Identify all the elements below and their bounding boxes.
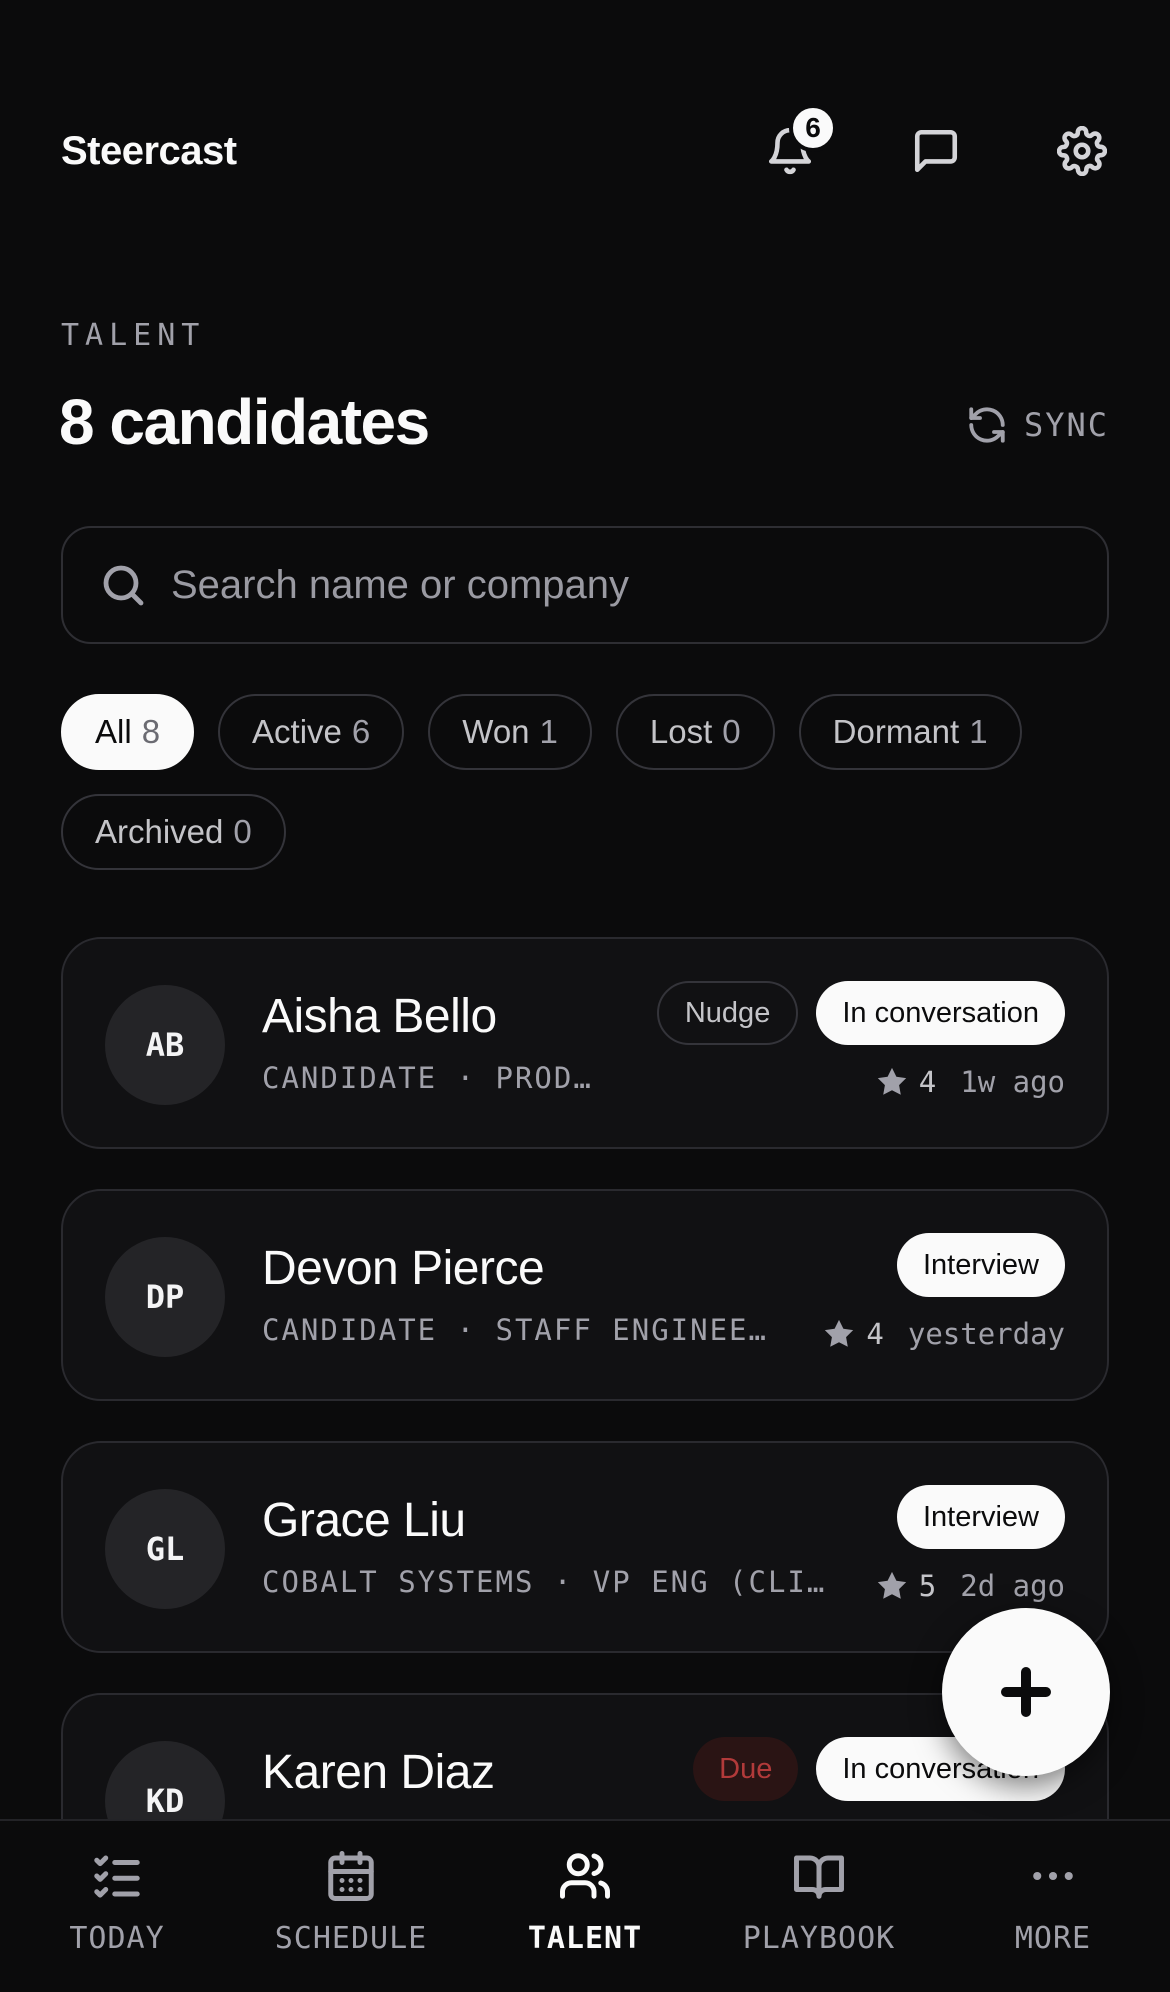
nav-item-label: SCHEDULE <box>274 1921 428 1956</box>
filter-chip-archived[interactable]: Archived 0 <box>61 794 286 870</box>
star-icon <box>825 1319 854 1347</box>
plus-icon <box>1001 1667 1051 1717</box>
messages-button[interactable] <box>909 124 963 178</box>
filter-chip-label: Active <box>252 713 342 750</box>
avatar: DP <box>105 1237 225 1357</box>
avatar: GL <box>105 1489 225 1609</box>
notifications-button[interactable]: 6 <box>763 104 837 178</box>
nav-item-label: PLAYBOOK <box>742 1921 896 1956</box>
filter-chip-dormant[interactable]: Dormant 1 <box>798 694 1022 770</box>
filter-chip-count: 1 <box>969 713 988 750</box>
refresh-icon <box>969 407 1005 443</box>
notification-count-badge: 6 <box>789 104 837 152</box>
filter-chip-label: Dormant <box>832 713 960 750</box>
nav-item-label: TALENT <box>527 1921 643 1956</box>
nav-item-schedule[interactable]: SCHEDULE <box>234 1821 468 1992</box>
users-icon <box>560 1853 610 1899</box>
rating-value: 4 <box>918 1065 937 1099</box>
filter-chip-count: 1 <box>539 713 558 750</box>
star-icon <box>877 1571 906 1599</box>
settings-button[interactable] <box>1055 124 1109 178</box>
nav-item-label: MORE <box>1014 1921 1092 1956</box>
status-badge: Interview <box>896 1485 1065 1549</box>
search-icon <box>103 565 144 606</box>
candidate-card[interactable]: AB Aisha Bello CANDIDATE · PROD… Nudge I… <box>61 937 1109 1149</box>
filter-chip-label: Lost <box>649 713 713 750</box>
candidate-name: Grace Liu <box>262 1494 466 1547</box>
app-header: Steercast 6 <box>61 104 1109 182</box>
sync-button[interactable]: SYNC <box>966 404 1109 446</box>
filter-chip-lost[interactable]: Lost 0 <box>615 694 775 770</box>
more-icon <box>1033 1871 1073 1881</box>
filter-chip-label: All <box>95 713 132 750</box>
filter-chip-active[interactable]: Active 6 <box>218 694 405 770</box>
filter-chips: All 8 Active 6 Won 1 Lost 0 Dormant 1 Ar… <box>61 694 1111 870</box>
candidate-name: Aisha Bello <box>262 990 497 1043</box>
sync-label: SYNC <box>1023 406 1109 444</box>
filter-chip-label: Archived <box>95 813 224 850</box>
last-activity: 1w ago <box>960 1065 1065 1099</box>
candidate-subtitle: CANDIDATE · PROD… <box>262 1061 593 1095</box>
candidate-subtitle: CANDIDATE · STAFF ENGINEE… <box>262 1313 768 1347</box>
candidate-name: Devon Pierce <box>262 1242 545 1295</box>
nav-item-playbook[interactable]: PLAYBOOK <box>702 1821 936 1992</box>
search-bar[interactable] <box>61 526 1109 644</box>
nav-item-today[interactable]: TODAY <box>0 1821 234 1992</box>
bottom-nav: TODAY SCHEDULE TALENT PLAYBOOK MORE <box>0 1819 1170 1992</box>
filter-chip-count: 0 <box>233 813 252 850</box>
rating-value: 5 <box>918 1569 937 1603</box>
book-icon <box>794 1855 844 1899</box>
rating-value: 4 <box>866 1317 884 1351</box>
brand-logo: Steercast <box>61 128 237 173</box>
gear-icon <box>1057 126 1107 176</box>
message-icon <box>914 129 958 173</box>
nudge-button[interactable]: Nudge <box>656 981 799 1045</box>
filter-chip-label: Won <box>462 713 530 750</box>
nav-item-label: TODAY <box>69 1921 165 1956</box>
status-badge: In conversation <box>816 981 1065 1045</box>
nav-item-more[interactable]: MORE <box>936 1821 1170 1992</box>
status-badge: Interview <box>896 1233 1065 1297</box>
last-activity: yesterday <box>907 1317 1065 1351</box>
section-eyebrow: TALENT <box>61 318 206 353</box>
candidate-name: Karen Diaz <box>262 1746 495 1799</box>
checklist-icon <box>94 1855 140 1898</box>
filter-chip-count: 6 <box>351 713 371 750</box>
add-candidate-button[interactable] <box>942 1608 1110 1776</box>
page-title: 8 candidates <box>59 386 430 458</box>
calendar-icon <box>328 1851 374 1901</box>
candidate-card[interactable]: DP Devon Pierce CANDIDATE · STAFF ENGINE… <box>61 1189 1109 1401</box>
nav-item-talent[interactable]: TALENT <box>468 1821 702 1992</box>
filter-chip-count: 8 <box>141 713 161 750</box>
avatar: AB <box>105 985 225 1105</box>
filter-chip-won[interactable]: Won 1 <box>428 694 592 770</box>
candidate-subtitle: COBALT SYSTEMS · VP ENG (CLI… <box>262 1565 827 1599</box>
candidate-card[interactable]: GL Grace Liu COBALT SYSTEMS · VP ENG (CL… <box>61 1441 1109 1653</box>
due-badge: Due <box>693 1737 799 1801</box>
search-input[interactable] <box>171 562 971 608</box>
filter-chip-count: 0 <box>722 713 741 750</box>
star-icon <box>877 1067 906 1095</box>
filter-chip-all[interactable]: All 8 <box>61 694 195 770</box>
last-activity: 2d ago <box>960 1569 1065 1603</box>
